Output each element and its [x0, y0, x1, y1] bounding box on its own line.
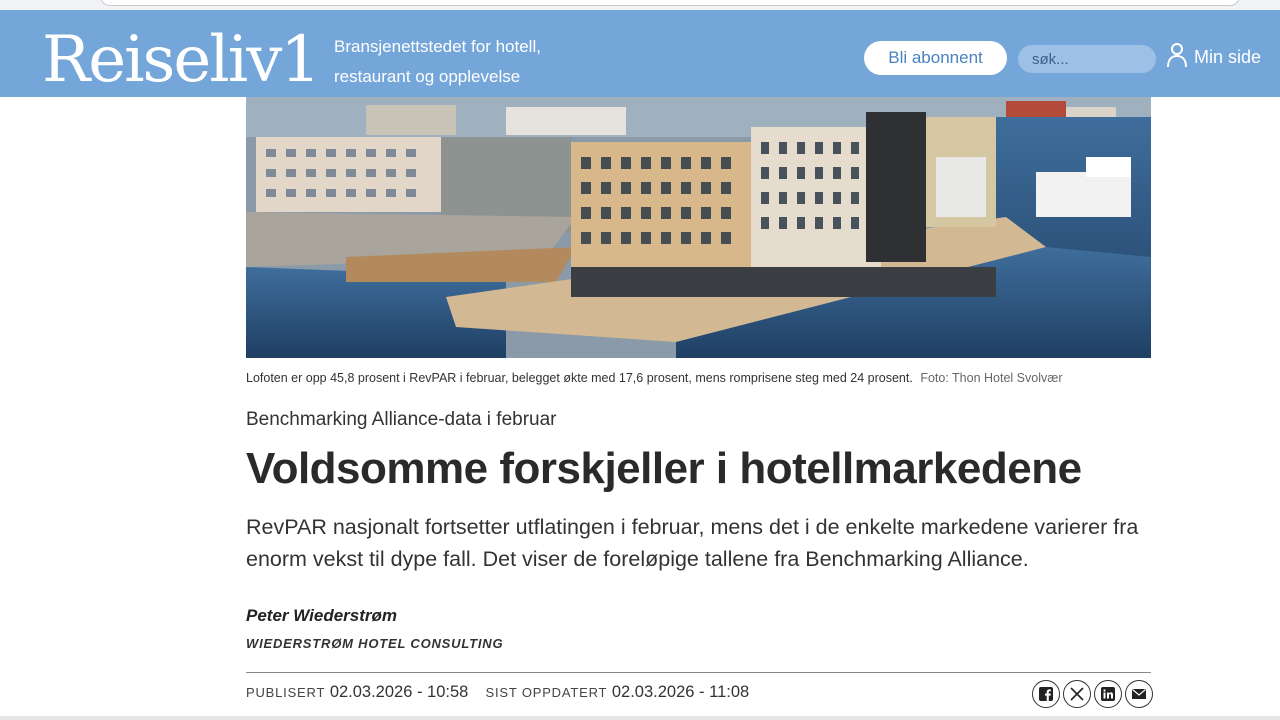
- facebook-icon: [1039, 687, 1053, 701]
- email-icon: [1132, 689, 1146, 699]
- author-name[interactable]: Peter Wiederstrøm: [246, 606, 397, 626]
- site-header: Reiseliv1 Bransjenettstedet for hotell, …: [0, 10, 1280, 97]
- tagline-line-2: restaurant og opplevelse: [334, 67, 521, 86]
- subscribe-button[interactable]: Bli abonnent: [864, 41, 1007, 75]
- caption-text: Lofoten er opp 45,8 prosent i RevPAR i f…: [246, 371, 913, 385]
- publish-meta: PUBLISERT 02.03.2026 - 10:58 SIST OPPDAT…: [246, 683, 749, 702]
- article-kicker: Benchmarking Alliance-data i februar: [246, 409, 557, 430]
- user-icon: [1166, 42, 1188, 73]
- tagline-line-1: Bransjenettstedet for hotell,: [334, 37, 541, 56]
- share-email-button[interactable]: [1125, 680, 1153, 708]
- site-logo[interactable]: Reiseliv1: [42, 20, 321, 100]
- share-facebook-button[interactable]: [1032, 680, 1060, 708]
- published-date: 02.03.2026 - 10:58: [329, 683, 469, 701]
- hero-image[interactable]: [246, 97, 1151, 358]
- my-page-link[interactable]: Min side: [1166, 42, 1261, 72]
- search-input[interactable]: [1018, 45, 1156, 73]
- photo-credit: Foto: Thon Hotel Svolvær: [920, 371, 1063, 385]
- address-bar[interactable]: [100, 0, 1240, 6]
- my-page-label: Min side: [1194, 46, 1262, 67]
- author-organization: WIEDERSTRØM HOTEL CONSULTING: [246, 636, 504, 651]
- updated-date: 02.03.2026 - 11:08: [611, 683, 750, 701]
- browser-address-strip: [0, 0, 1280, 10]
- image-caption: Lofoten er opp 45,8 prosent i RevPAR i f…: [246, 371, 1063, 385]
- updated-label: SIST OPPDATERT: [485, 685, 608, 700]
- share-x-button[interactable]: [1063, 680, 1091, 708]
- article-headline: Voldsomme forskjeller i hotellmarkedene: [246, 444, 1082, 493]
- share-buttons: [1032, 680, 1153, 708]
- x-icon: [1070, 687, 1084, 701]
- linkedin-icon: [1101, 687, 1115, 701]
- page-bottom-edge: [0, 716, 1280, 720]
- share-linkedin-button[interactable]: [1094, 680, 1122, 708]
- published-label: PUBLISERT: [246, 685, 326, 700]
- article-lead: RevPAR nasjonalt fortsetter utflatingen …: [246, 515, 1139, 571]
- hotel-harbour-photo: [246, 97, 1151, 358]
- site-tagline: Bransjenettstedet for hotell, restaurant…: [334, 32, 594, 92]
- divider: [246, 672, 1151, 673]
